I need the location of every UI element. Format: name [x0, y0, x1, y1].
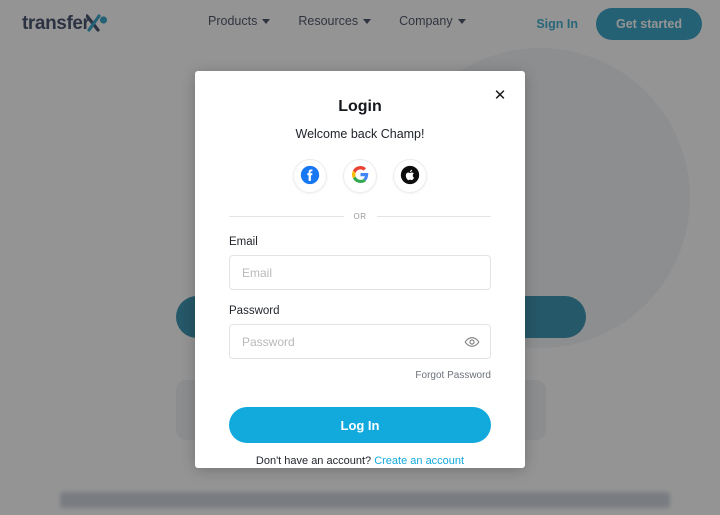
signup-prompt: Don't have an account? [255, 455, 372, 467]
divider-line-left [229, 216, 344, 217]
password-label: Password [229, 305, 280, 317]
facebook-login-button[interactable] [293, 159, 327, 193]
email-input-wrap [229, 255, 491, 290]
close-icon[interactable]: ✕ [491, 87, 509, 105]
log-in-button[interactable]: Log In [229, 407, 491, 443]
social-login-row [229, 159, 491, 193]
password-input[interactable] [229, 324, 491, 359]
apple-login-button[interactable] [393, 159, 427, 193]
login-modal: ✕ Login Welcome back Champ! OR Email Ema… [195, 71, 525, 468]
apple-icon [400, 165, 420, 188]
page-title: Login [338, 98, 382, 115]
google-icon [351, 166, 369, 186]
password-field-group: Password Forgot Password [229, 305, 491, 383]
email-field-group: Email [229, 236, 491, 290]
divider-label: OR [353, 212, 367, 221]
signup-row: Don't have an account? Create an account [229, 455, 491, 467]
google-login-button[interactable] [343, 159, 377, 193]
create-account-link[interactable]: Create an account [374, 455, 464, 467]
password-input-wrap [229, 324, 491, 359]
forgot-password-link[interactable]: Forgot Password [415, 370, 491, 381]
forgot-password-row: Forgot Password [229, 365, 491, 383]
or-divider: OR [229, 212, 491, 221]
email-input[interactable] [229, 255, 491, 290]
divider-line-right [376, 216, 491, 217]
facebook-icon [300, 165, 320, 188]
email-label: Email [229, 236, 258, 248]
eye-icon[interactable] [463, 333, 481, 351]
login-page: transfer Products Resources [0, 0, 720, 515]
modal-subtitle: Welcome back Champ! [295, 127, 425, 141]
